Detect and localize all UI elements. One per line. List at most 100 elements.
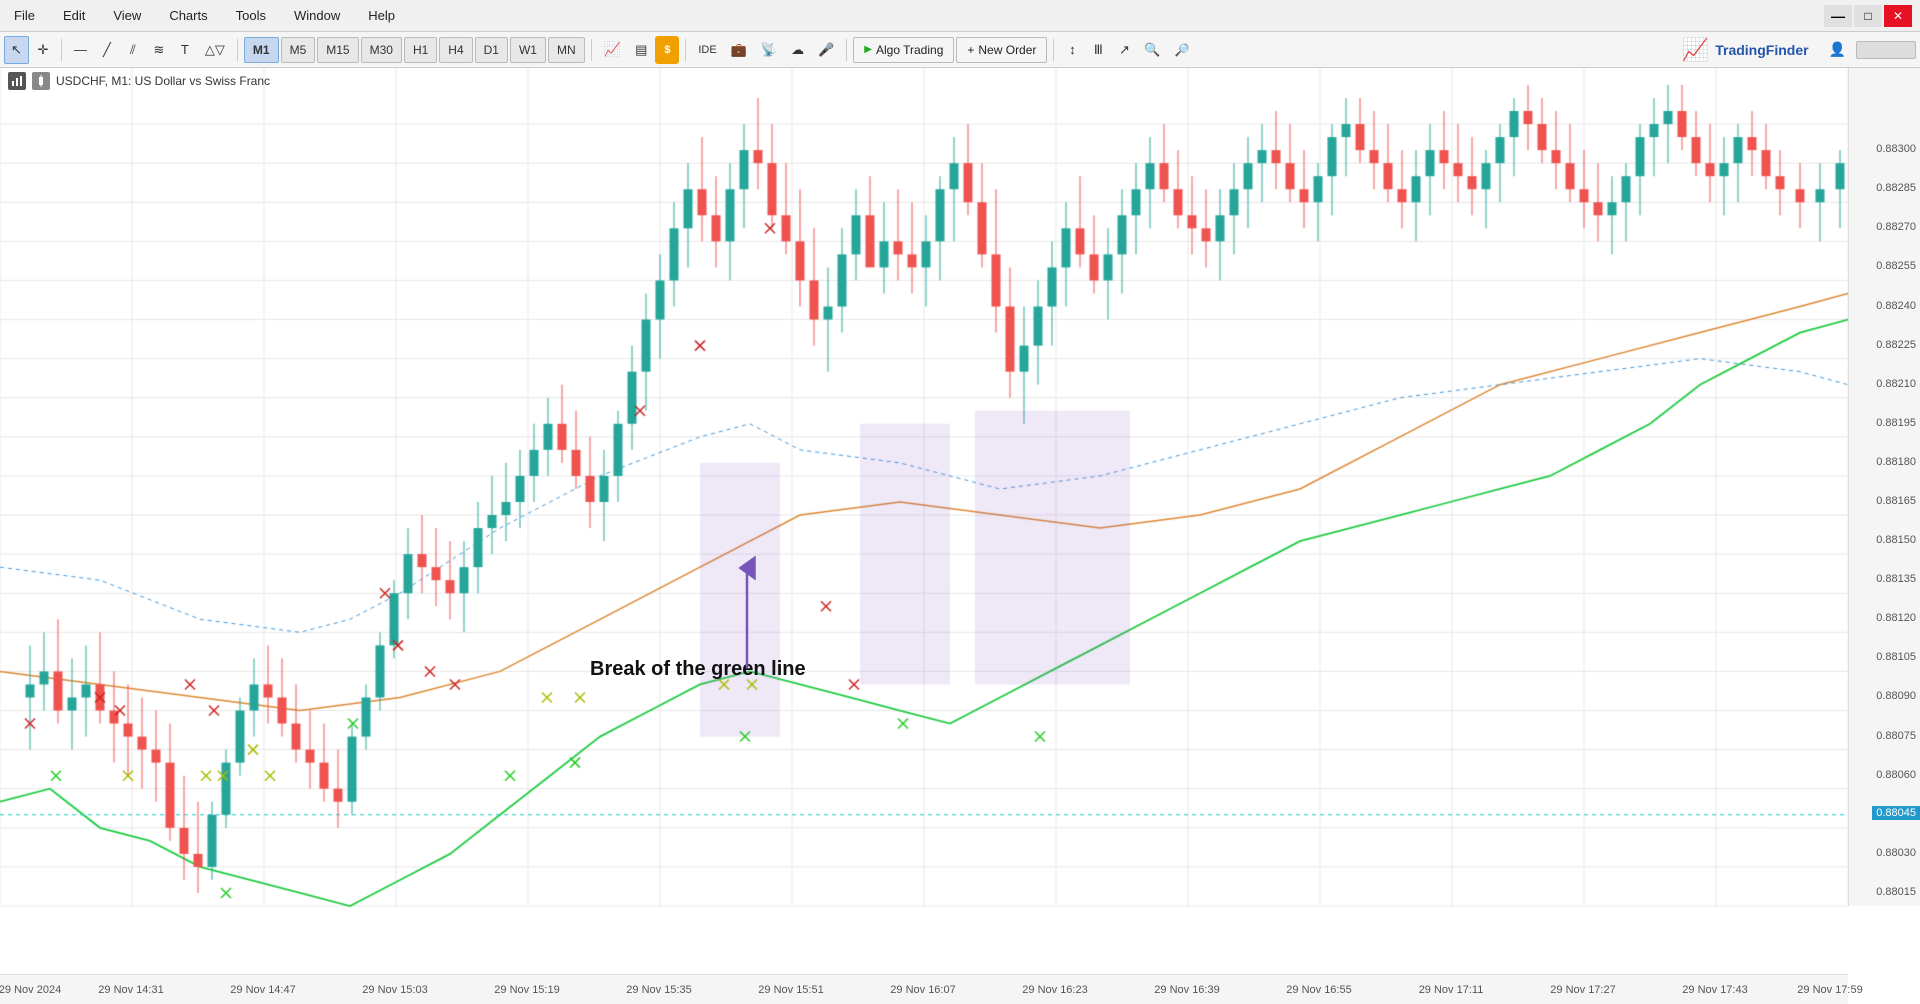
- chart-type-btn[interactable]: 📈: [598, 36, 627, 64]
- channel-tool[interactable]: ⫽: [121, 36, 145, 64]
- price-label: 0.88165: [1876, 495, 1916, 507]
- chart-titlebar: USDCHF, M1: US Dollar vs Swiss Franc: [0, 68, 278, 94]
- price-label: 0.88210: [1876, 378, 1916, 390]
- logo-icon: 📈: [1682, 37, 1709, 63]
- logo-text: TradingFinder: [1715, 42, 1808, 58]
- chart-type-icon: [8, 72, 26, 90]
- tf-d1[interactable]: D1: [475, 37, 508, 63]
- account-balance-bar: [1856, 41, 1916, 59]
- new-order-label: New Order: [978, 43, 1036, 57]
- menu-tools[interactable]: Tools: [230, 6, 272, 25]
- close-button[interactable]: ✕: [1884, 5, 1912, 27]
- time-label: 29 Nov 16:23: [1022, 984, 1087, 996]
- chart-canvas[interactable]: [0, 68, 1848, 936]
- menu-file[interactable]: File: [8, 6, 41, 25]
- ide-btn[interactable]: IDE: [692, 36, 722, 64]
- menu-help[interactable]: Help: [362, 6, 401, 25]
- fib-tool[interactable]: ≋: [147, 36, 171, 64]
- time-label: 29 Nov 14:31: [98, 984, 163, 996]
- shapes-tool[interactable]: △▽: [199, 36, 231, 64]
- mic-btn[interactable]: 🎤: [812, 36, 840, 64]
- algo-trading-button[interactable]: ▶ Algo Trading: [853, 37, 954, 63]
- signal-btn[interactable]: 📡: [755, 36, 783, 64]
- time-label: 29 Nov 17:43: [1682, 984, 1747, 996]
- tf-h1[interactable]: H1: [404, 37, 437, 63]
- template-btn[interactable]: Ⅲ: [1086, 36, 1110, 64]
- price-label: 0.88225: [1876, 339, 1916, 351]
- time-label: 29 Nov 15:35: [626, 984, 691, 996]
- tf-m1[interactable]: M1: [244, 37, 279, 63]
- price-label: 0.88135: [1876, 573, 1916, 585]
- algo-trading-label: Algo Trading: [876, 43, 943, 57]
- cloud-btn[interactable]: ☁: [785, 36, 810, 64]
- tf-m30[interactable]: M30: [361, 37, 402, 63]
- price-label: 0.88150: [1876, 534, 1916, 546]
- price-label: 0.88180: [1876, 456, 1916, 468]
- price-label: 0.88030: [1876, 847, 1916, 859]
- new-order-icon: +: [967, 43, 974, 57]
- chart-style-btn[interactable]: ▤: [629, 36, 653, 64]
- text-tool[interactable]: T: [173, 36, 197, 64]
- tf-mn[interactable]: MN: [548, 37, 585, 63]
- price-label: 0.88090: [1876, 690, 1916, 702]
- crosshair-tool[interactable]: ✛: [31, 36, 55, 64]
- price-label: 0.88255: [1876, 260, 1916, 272]
- zoom-out-btn[interactable]: 🔎: [1169, 36, 1196, 64]
- time-label: 29 Nov 15:51: [758, 984, 823, 996]
- price-scale: 0.88300 0.88285 0.88270 0.88255 0.88240 0.882…: [1848, 68, 1920, 906]
- price-label: 0.88060: [1876, 769, 1916, 781]
- time-label: 29 Nov 16:55: [1286, 984, 1351, 996]
- menu-charts[interactable]: Charts: [163, 6, 213, 25]
- tf-m5[interactable]: M5: [281, 37, 316, 63]
- time-label: 29 Nov 17:59: [1797, 984, 1862, 996]
- play-icon: ▶: [864, 44, 872, 55]
- toolbar-separator-1: [61, 39, 62, 61]
- logo-area: 📈 TradingFinder: [1682, 37, 1809, 63]
- menu-edit[interactable]: Edit: [57, 6, 91, 25]
- time-label: 29 Nov 15:19: [494, 984, 559, 996]
- menubar: File Edit View Charts Tools Window Help …: [0, 0, 1920, 32]
- zoom-in-btn[interactable]: 🔍: [1138, 36, 1166, 64]
- price-label: 0.88105: [1876, 651, 1916, 663]
- time-label: 29 Nov 16:07: [890, 984, 955, 996]
- tf-h4[interactable]: H4: [439, 37, 472, 63]
- indicator-btn[interactable]: ↕: [1060, 36, 1084, 64]
- account-btn[interactable]: 👤: [1823, 36, 1852, 64]
- toolbar-separator-5: [846, 39, 847, 61]
- compare-btn[interactable]: ↗: [1112, 36, 1136, 64]
- trendline-tool[interactable]: ╱: [95, 36, 119, 64]
- time-label: 29 Nov 16:39: [1154, 984, 1219, 996]
- line-tool[interactable]: —: [68, 36, 93, 64]
- price-label: 0.88240: [1876, 300, 1916, 312]
- price-label: 0.88300: [1876, 143, 1916, 155]
- maximize-button[interactable]: □: [1854, 5, 1882, 27]
- cursor-tool[interactable]: ↖: [4, 36, 29, 64]
- candle-icon: [32, 72, 50, 90]
- new-order-button[interactable]: + New Order: [956, 37, 1047, 63]
- menu-window[interactable]: Window: [288, 6, 346, 25]
- menu-view[interactable]: View: [107, 6, 147, 25]
- dollar-indicator-btn[interactable]: $: [655, 36, 679, 64]
- price-label: 0.88195: [1876, 417, 1916, 429]
- briefcase-btn[interactable]: 💼: [725, 36, 753, 64]
- toolbar-separator-4: [685, 39, 686, 61]
- current-price-label: 0.88045: [1872, 806, 1920, 820]
- tf-w1[interactable]: W1: [510, 37, 546, 63]
- price-label: 0.88015: [1876, 886, 1916, 898]
- price-label: 0.88120: [1876, 612, 1916, 624]
- chart-container: USDCHF, M1: US Dollar vs Swiss Franc 0.8…: [0, 68, 1920, 1004]
- time-label: 29 Nov 17:11: [1419, 984, 1484, 996]
- time-label: 29 Nov 17:27: [1550, 984, 1615, 996]
- window-controls: — □ ✕: [1824, 5, 1912, 27]
- toolbar-separator-6: [1053, 39, 1054, 61]
- price-label: 0.88075: [1876, 730, 1916, 742]
- price-label: 0.88270: [1876, 221, 1916, 233]
- toolbar-separator-2: [237, 39, 238, 61]
- toolbar-separator-3: [591, 39, 592, 61]
- minimize-button[interactable]: —: [1824, 5, 1852, 27]
- price-label: 0.88285: [1876, 182, 1916, 194]
- time-label: 29 Nov 14:47: [230, 984, 295, 996]
- chart-title: USDCHF, M1: US Dollar vs Swiss Franc: [56, 74, 270, 88]
- toolbar: ↖ ✛ — ╱ ⫽ ≋ T △▽ M1 M5 M15 M30 H1 H4 D1 …: [0, 32, 1920, 68]
- tf-m15[interactable]: M15: [317, 37, 358, 63]
